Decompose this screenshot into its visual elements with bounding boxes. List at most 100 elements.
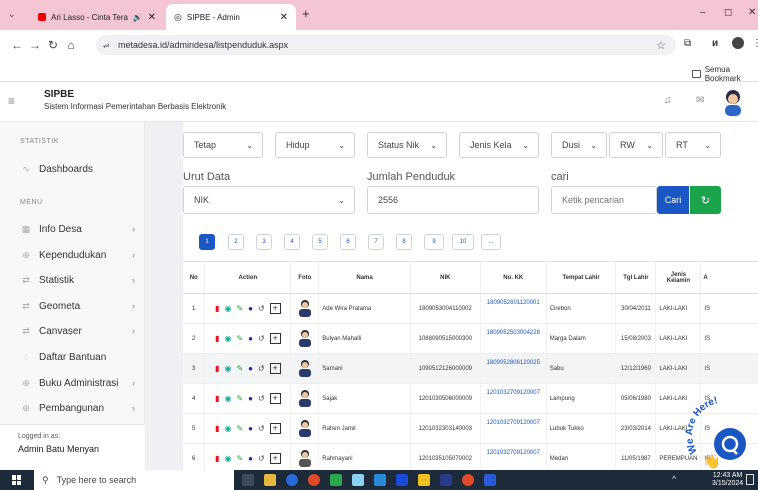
column-header[interactable]: Action — [204, 261, 292, 294]
view-icon[interactable]: ◉ — [224, 334, 231, 343]
page-link-more[interactable]: ... — [481, 234, 501, 250]
filter-dusun[interactable]: Dusi ⌄ — [551, 132, 607, 158]
app-icon[interactable] — [374, 474, 386, 486]
sidebar-item-kependudukan[interactable]: ⊕ Kependudukan › — [0, 245, 145, 265]
cell-no-kk[interactable]: 1201032709120007 — [480, 413, 547, 444]
page-link[interactable]: 10 — [452, 234, 474, 250]
extensions-icon[interactable]: ⧉ — [684, 38, 691, 49]
view-icon[interactable]: ◉ — [224, 424, 231, 433]
star-icon[interactable]: ☆ — [656, 39, 666, 52]
home-icon[interactable]: ⌂ — [62, 38, 80, 52]
cell-no-kk[interactable]: 1201032709120007 — [480, 383, 547, 414]
history-icon[interactable]: ↺ — [258, 394, 265, 403]
view-icon[interactable]: ◉ — [224, 304, 231, 313]
avatar[interactable] — [722, 88, 744, 116]
sidebar-item-daftar-bantuan[interactable]: ⫶ Daftar Bantuan — [0, 347, 145, 367]
page-link[interactable]: 6 — [340, 234, 356, 250]
site-info-icon[interactable]: ⇌ — [103, 41, 110, 50]
column-header[interactable]: Nama — [318, 261, 411, 294]
history-icon[interactable]: ↺ — [258, 364, 265, 373]
column-header[interactable]: A — [700, 261, 758, 294]
filter-hidup[interactable]: Hidup ⌄ — [275, 132, 355, 158]
app-icon[interactable] — [418, 474, 430, 486]
history-icon[interactable]: ↺ — [258, 454, 265, 463]
column-header[interactable]: No — [183, 261, 206, 294]
location-icon[interactable]: ● — [248, 394, 253, 403]
sidebar-item-pembangunan[interactable]: ⊕ Pembangunan › — [0, 398, 145, 418]
page-link[interactable]: 9 — [424, 234, 444, 250]
add-icon[interactable]: + — [269, 393, 281, 404]
history-icon[interactable]: ↺ — [258, 424, 265, 433]
cell-no-kk[interactable]: 1201032709120007 — [480, 443, 547, 470]
filter-status-nik[interactable]: Status Nik ⌄ — [367, 132, 447, 158]
delete-icon[interactable]: ▮ — [215, 394, 219, 403]
edit-icon[interactable]: ✎ — [236, 304, 243, 313]
edit-icon[interactable]: ✎ — [236, 394, 243, 403]
column-header[interactable]: Tempat Lahir — [546, 261, 617, 294]
app-icon[interactable] — [330, 474, 342, 486]
notifications-icon[interactable] — [746, 474, 754, 485]
edit-icon[interactable]: ✎ — [236, 454, 243, 463]
page-link[interactable]: 5 — [312, 234, 328, 250]
zoom-icon[interactable] — [396, 474, 408, 486]
search-input[interactable] — [551, 186, 657, 214]
tab-music[interactable]: Ari Lasso - Cinta Terakhir | ... 🔊 ✕ — [30, 4, 164, 30]
tray-chevron-icon[interactable]: ^ — [672, 474, 676, 484]
sidebar-item-canvaser[interactable]: ⇄ Canvaser › — [0, 321, 145, 341]
add-icon[interactable]: + — [269, 363, 281, 374]
sidebar-item-info-desa[interactable]: ▦ Info Desa › — [0, 219, 145, 239]
close-window-button[interactable]: ✕ — [748, 7, 756, 18]
column-header[interactable]: Tgl Lahir — [615, 261, 657, 294]
view-icon[interactable]: ◉ — [224, 454, 231, 463]
view-icon[interactable]: ◉ — [224, 364, 231, 373]
edit-icon[interactable]: ✎ — [236, 424, 243, 433]
reading-icon[interactable]: ᴎ — [712, 38, 718, 49]
new-tab-button[interactable]: + — [302, 6, 310, 21]
cell-no-kk[interactable]: 1809052503004228 — [480, 323, 547, 354]
profile-icon[interactable] — [732, 37, 744, 49]
edit-icon[interactable]: ✎ — [236, 364, 243, 373]
location-icon[interactable]: ● — [248, 334, 253, 343]
file-explorer-icon[interactable] — [264, 474, 276, 486]
mail-icon[interactable]: ✉ — [696, 95, 704, 106]
delete-icon[interactable]: ▮ — [215, 334, 219, 343]
column-header[interactable]: Foto — [290, 261, 320, 294]
cell-no-kk[interactable]: 1809052806120025 — [480, 353, 547, 384]
windows-start-icon[interactable] — [12, 475, 22, 485]
delete-icon[interactable]: ▮ — [215, 304, 219, 313]
chrome-icon[interactable] — [462, 474, 474, 486]
sidebar-item-buku-administrasi[interactable]: ⊕ Buku Administrasi › — [0, 373, 145, 393]
add-icon[interactable]: + — [269, 333, 281, 344]
column-header[interactable]: No. KK — [480, 261, 547, 294]
filter-jenis-kelamin[interactable]: Jenis Kela ⌄ — [459, 132, 539, 158]
app-icon[interactable] — [352, 474, 364, 486]
taskbar-search[interactable]: ⚲ Type here to search — [34, 470, 234, 490]
maximize-button[interactable]: ◻ — [724, 7, 732, 18]
hamburger-icon[interactable]: ≡ — [8, 94, 15, 108]
task-view-icon[interactable] — [242, 474, 254, 486]
add-icon[interactable]: + — [269, 303, 281, 314]
delete-icon[interactable]: ▮ — [215, 424, 219, 433]
delete-icon[interactable]: ▮ — [215, 454, 219, 463]
tab-sipbe[interactable]: ◎ SIPBE - Admin ✕ — [166, 4, 296, 30]
reload-icon[interactable]: ↻ — [44, 38, 62, 52]
chrome-icon[interactable] — [308, 474, 320, 486]
add-icon[interactable]: + — [269, 423, 281, 434]
minimize-button[interactable]: – — [700, 7, 706, 18]
delete-icon[interactable]: ▮ — [215, 364, 219, 373]
history-icon[interactable]: ↺ — [258, 334, 265, 343]
urut-data-select[interactable]: NIK ⌄ — [183, 186, 355, 214]
history-icon[interactable]: ↺ — [258, 304, 265, 313]
menu-icon[interactable]: ⋮ — [752, 38, 758, 49]
page-link[interactable]: 4 — [284, 234, 300, 250]
page-link[interactable]: 2 — [228, 234, 244, 250]
page-link[interactable]: 7 — [368, 234, 384, 250]
tab-search-icon[interactable]: ⌄ — [8, 9, 16, 20]
taskbar-clock[interactable]: 12:43 AM 3/15/2024 — [712, 472, 743, 488]
page-link[interactable]: 8 — [396, 234, 412, 250]
page-link[interactable]: 1 — [199, 234, 215, 250]
url-field[interactable]: ⇌ metadesa.id/admindesa/listpenduduk.asp… — [96, 35, 676, 55]
edge-icon[interactable] — [286, 474, 298, 486]
page-link[interactable]: 3 — [256, 234, 272, 250]
word-icon[interactable] — [484, 474, 496, 486]
